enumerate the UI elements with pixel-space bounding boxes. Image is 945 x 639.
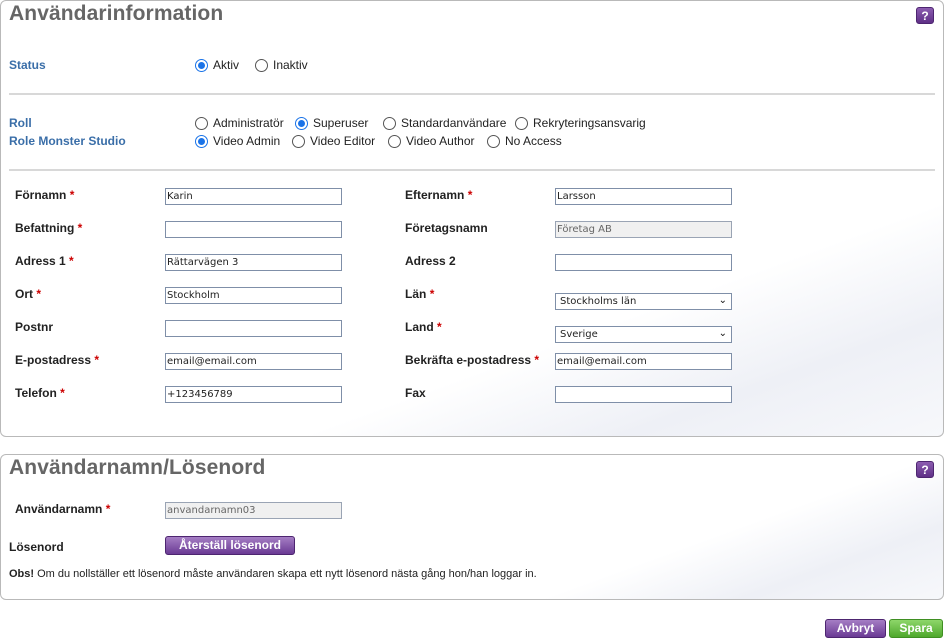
chevron-down-icon: ⌄ xyxy=(718,295,727,306)
studio-no-access-radio[interactable]: No Access xyxy=(487,134,562,148)
country-select[interactable]: Sverige ⌄ xyxy=(555,326,732,343)
address2-label: Adress 2 xyxy=(405,254,456,268)
username-input: anvandarnamn03 xyxy=(165,502,342,519)
jobtitle-label: Befattning * xyxy=(15,221,83,235)
role-label: Roll xyxy=(9,116,32,130)
studio-video-editor-label: Video Editor xyxy=(310,134,376,148)
studio-video-admin-radio[interactable]: Video Admin xyxy=(195,134,280,148)
zip-input[interactable] xyxy=(165,320,342,337)
radio-unselected-icon xyxy=(383,116,396,130)
role-superuser-radio[interactable]: Superuser xyxy=(295,116,368,130)
status-active-radio[interactable]: Aktiv xyxy=(195,58,239,72)
company-input: Företag AB xyxy=(555,221,732,238)
role-admin-label: Administratör xyxy=(213,116,284,130)
save-button[interactable]: Spara xyxy=(889,619,943,638)
username-label: Användarnamn * xyxy=(15,502,111,516)
role-superuser-label: Superuser xyxy=(313,116,369,130)
studio-video-admin-label: Video Admin xyxy=(213,134,281,148)
radio-selected-icon xyxy=(195,58,208,72)
county-select[interactable]: Stockholms län ⌄ xyxy=(555,293,732,310)
login-title: Användarnamn/Lösenord xyxy=(9,456,266,479)
divider xyxy=(9,93,935,95)
fax-label: Fax xyxy=(405,386,426,400)
status-inactive-radio[interactable]: Inaktiv xyxy=(255,58,308,72)
status-inactive-label: Inaktiv xyxy=(273,58,308,72)
email-label: E-postadress * xyxy=(15,353,100,367)
studio-video-author-label: Video Author xyxy=(406,134,475,148)
email-confirm-label: Bekräfta e-postadress * xyxy=(405,353,540,367)
address2-input[interactable] xyxy=(555,254,732,271)
radio-selected-icon xyxy=(195,134,208,148)
city-label: Ort * xyxy=(15,287,42,301)
county-select-value: Stockholms län xyxy=(560,296,637,307)
radio-unselected-icon xyxy=(195,116,208,130)
help-icon[interactable]: ? xyxy=(916,7,934,24)
firstname-input[interactable]: Karin xyxy=(165,188,342,205)
country-label: Land * xyxy=(405,320,442,334)
country-select-value: Sverige xyxy=(560,329,598,340)
studio-video-author-radio[interactable]: Video Author xyxy=(388,134,475,148)
role-standard-radio[interactable]: Standardanvändare xyxy=(383,116,506,130)
fax-input[interactable] xyxy=(555,386,732,403)
city-input[interactable]: Stockholm xyxy=(165,287,342,304)
role-standard-label: Standardanvändare xyxy=(401,116,507,130)
role-recruiter-radio[interactable]: Rekryteringsansvarig xyxy=(515,116,646,130)
password-label: Lösenord xyxy=(9,540,64,554)
address1-input[interactable]: Rättarvägen 3 xyxy=(165,254,342,271)
jobtitle-input[interactable] xyxy=(165,221,342,238)
password-note: Obs! Om du nollställer ett lösenord måst… xyxy=(9,568,537,580)
help-icon[interactable]: ? xyxy=(916,461,934,478)
lastname-label: Efternamn * xyxy=(405,188,473,202)
user-info-panel: Användarinformation ? Status Aktiv Inakt… xyxy=(0,0,944,437)
radio-unselected-icon xyxy=(487,134,500,148)
company-label: Företagsnamn xyxy=(405,221,488,235)
reset-password-button[interactable]: Återställ lösenord xyxy=(165,536,295,555)
status-active-label: Aktiv xyxy=(213,58,240,72)
email-input[interactable]: email@email.com xyxy=(165,353,342,370)
address1-label: Adress 1 * xyxy=(15,254,74,268)
role-recruiter-label: Rekryteringsansvarig xyxy=(533,116,646,130)
cancel-button[interactable]: Avbryt xyxy=(825,619,886,638)
radio-selected-icon xyxy=(295,116,308,130)
zip-label: Postnr xyxy=(15,320,54,334)
radio-unselected-icon xyxy=(388,134,401,148)
radio-unselected-icon xyxy=(292,134,305,148)
phone-input[interactable]: +123456789 xyxy=(165,386,342,403)
login-panel: Användarnamn/Lösenord ? Användarnamn * a… xyxy=(0,454,944,600)
radio-unselected-icon xyxy=(515,116,528,130)
firstname-label: Förnamn * xyxy=(15,188,75,202)
studio-no-access-label: No Access xyxy=(505,134,562,148)
role-studio-label: Role Monster Studio xyxy=(9,134,126,148)
divider xyxy=(9,169,935,171)
radio-unselected-icon xyxy=(255,58,268,72)
studio-video-editor-radio[interactable]: Video Editor xyxy=(292,134,375,148)
status-label: Status xyxy=(9,58,46,72)
phone-label: Telefon * xyxy=(15,386,65,400)
role-admin-radio[interactable]: Administratör xyxy=(195,116,284,130)
lastname-input[interactable]: Larsson xyxy=(555,188,732,205)
county-label: Län * xyxy=(405,287,435,301)
user-info-title: Användarinformation xyxy=(9,2,224,25)
chevron-down-icon: ⌄ xyxy=(718,328,727,339)
email-confirm-input[interactable]: email@email.com xyxy=(555,353,732,370)
